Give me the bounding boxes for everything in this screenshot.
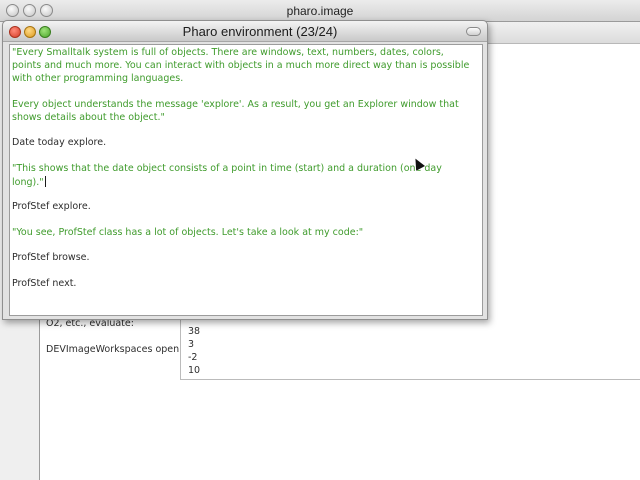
- result-line: 3: [188, 339, 195, 350]
- result-line: 10: [188, 365, 201, 376]
- lesson-line: shows details about the object.": [12, 112, 165, 123]
- window-title: Pharo environment (23/24): [182, 24, 338, 39]
- code-line: ProfStef next.: [12, 278, 77, 289]
- lesson-line: with other programming languages.: [12, 73, 184, 84]
- main-window-title: pharo.image: [286, 4, 354, 18]
- lesson-line: "This shows that the date object consist…: [12, 163, 442, 174]
- lesson-line: "Every Smalltalk system is full of objec…: [12, 47, 444, 58]
- close-icon[interactable]: [9, 26, 21, 38]
- minimize-icon[interactable]: [24, 26, 36, 38]
- lesson-line: long).": [12, 176, 46, 188]
- text-caret: [44, 176, 46, 187]
- main-titlebar[interactable]: pharo.image: [0, 0, 640, 22]
- lesson-text-editor[interactable]: "Every Smalltalk system is full of objec…: [9, 44, 483, 316]
- lesson-line: points and much more. You can interact w…: [12, 60, 470, 71]
- window-titlebar[interactable]: Pharo environment (23/24): [3, 21, 487, 42]
- lesson-line: "You see, ProfStef class has a lot of ob…: [12, 227, 364, 238]
- collapse-icon[interactable]: [466, 27, 481, 36]
- lesson-line: Every object understands the message 'ex…: [12, 99, 459, 110]
- maximize-icon[interactable]: [39, 26, 51, 38]
- code-line: Date today explore.: [12, 137, 107, 148]
- background-text-line: DEVImageWorkspaces open: [46, 344, 180, 355]
- result-line: -2: [188, 352, 198, 363]
- code-line: ProfStef explore.: [12, 201, 91, 212]
- result-line: 38: [188, 326, 201, 337]
- lesson-line-text: long).": [12, 177, 44, 188]
- result-list-pane[interactable]: 44 38 3 -2 10: [180, 310, 640, 380]
- background-window-titlebar[interactable]: [488, 22, 640, 44]
- code-line: ProfStef browse.: [12, 252, 90, 263]
